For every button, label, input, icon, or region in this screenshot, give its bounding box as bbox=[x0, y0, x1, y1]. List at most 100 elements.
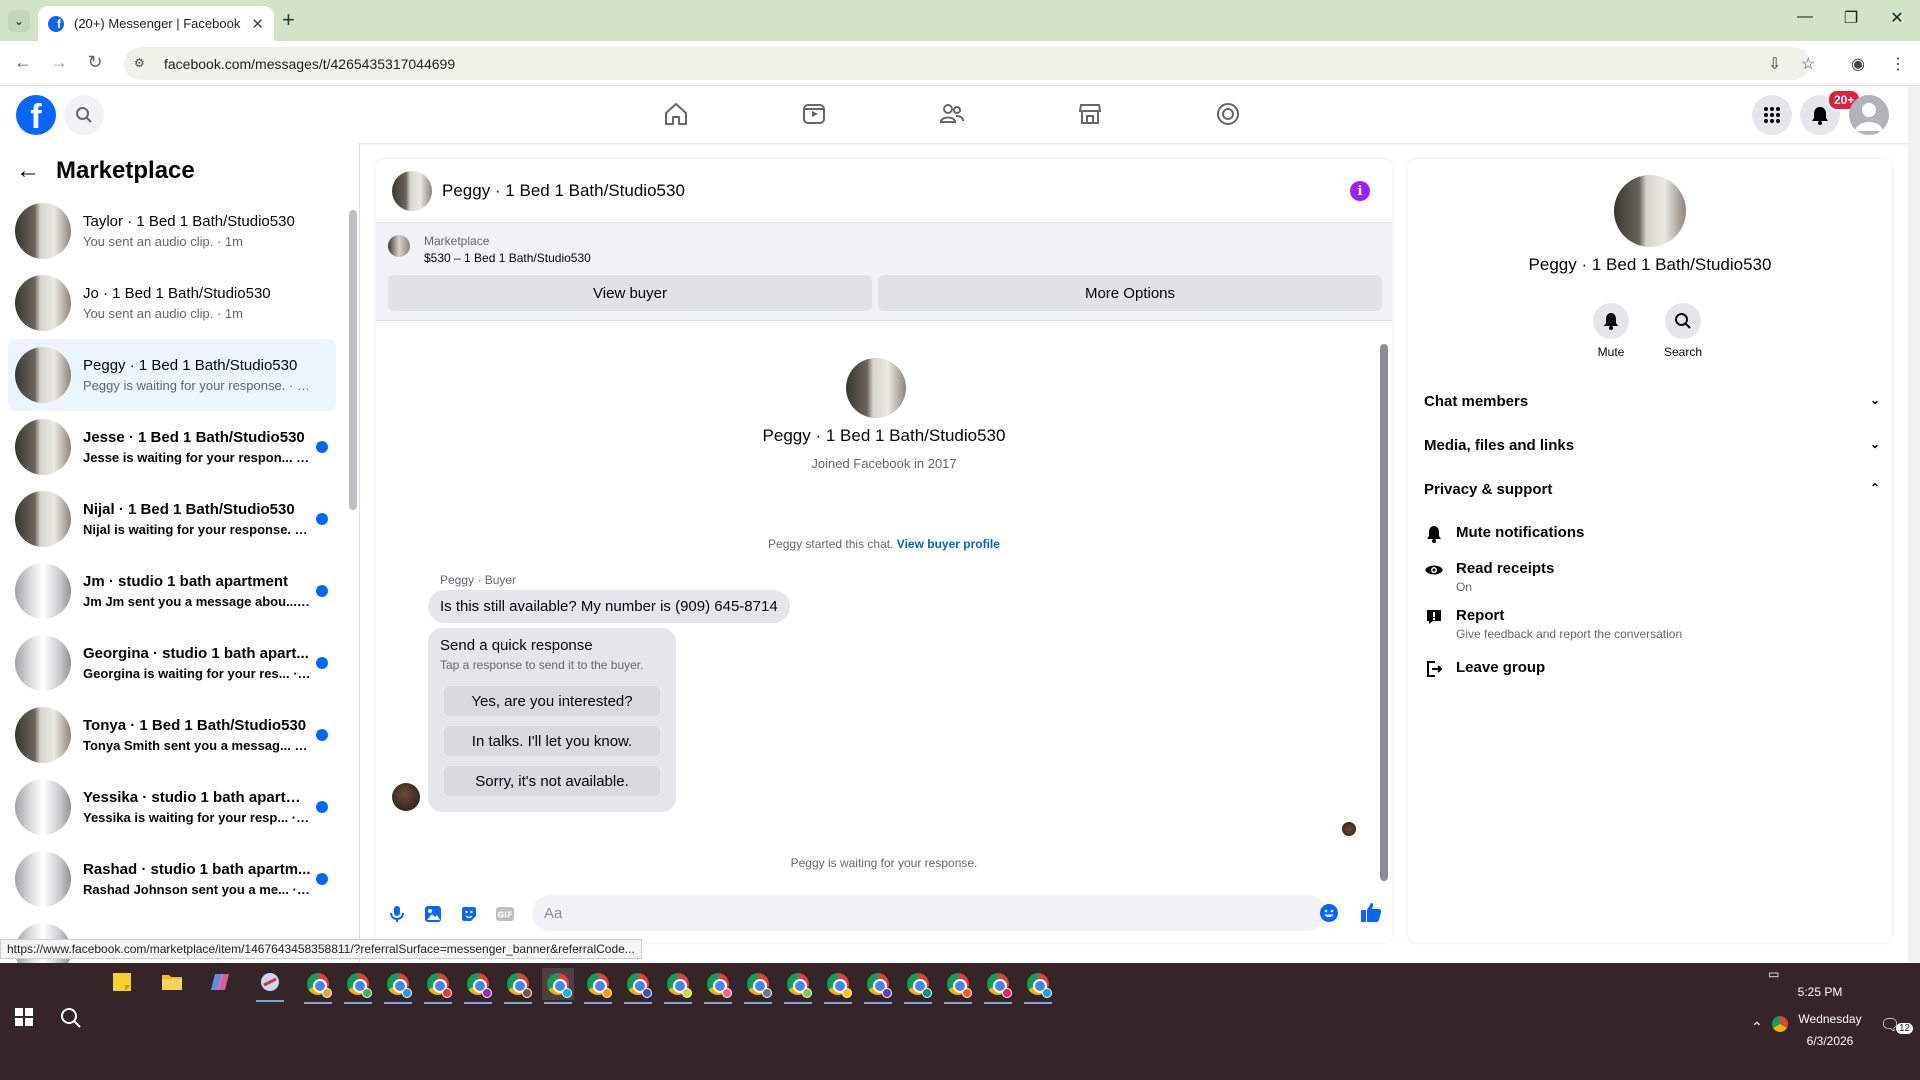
menu-grid-icon[interactable] bbox=[1752, 95, 1792, 135]
listing-thumbnail[interactable] bbox=[388, 235, 410, 257]
tab-close-icon[interactable]: ✕ bbox=[251, 15, 264, 33]
info-icon[interactable]: i bbox=[1350, 181, 1370, 201]
listing-title[interactable]: $530 – 1 Bed 1 Bath/Studio530 bbox=[424, 251, 591, 265]
conversation-item[interactable]: Rashad · studio 1 bath apartm... Rashad J… bbox=[8, 843, 336, 915]
chrome-window-icon[interactable] bbox=[982, 968, 1014, 1004]
intro-avatar[interactable] bbox=[846, 358, 906, 418]
conversation-item[interactable]: Jm · studio 1 bath apartment Jm Jm sent y… bbox=[8, 555, 336, 627]
gaming-icon[interactable] bbox=[1214, 100, 1242, 128]
menu-dots-icon[interactable]: ⋮ bbox=[1890, 54, 1906, 74]
microphone-icon[interactable] bbox=[386, 903, 408, 925]
conversation-item[interactable]: Georgina · studio 1 bath apart... Georgin… bbox=[8, 627, 336, 699]
chrome-window-icon[interactable] bbox=[782, 968, 814, 1004]
bookmark-star-icon[interactable]: ☆ bbox=[1801, 54, 1815, 74]
windows-start-icon[interactable] bbox=[14, 1007, 34, 1033]
conversation-item[interactable]: Yessika · studio 1 bath apartme... Yessik… bbox=[8, 771, 336, 843]
chrome-window-icon[interactable] bbox=[382, 968, 414, 1004]
search-icon[interactable] bbox=[1665, 303, 1701, 339]
chrome-window-icon[interactable] bbox=[822, 968, 854, 1004]
video-icon[interactable] bbox=[800, 100, 828, 128]
mute-action[interactable]: Mute bbox=[1581, 303, 1641, 359]
more-options-button[interactable]: More Options bbox=[878, 275, 1382, 311]
info-avatar[interactable] bbox=[1614, 175, 1686, 247]
clock-date[interactable]: 6/3/2026 bbox=[1794, 1034, 1866, 1048]
conversation-item[interactable]: Jo · 1 Bed 1 Bath/Studio530 You sent an a… bbox=[8, 267, 336, 339]
conversation-item[interactable]: Peggy · 1 Bed 1 Bath/Studio530 Peggy is w… bbox=[8, 339, 336, 411]
media-files-section[interactable]: Media, files and links ⌄ bbox=[1424, 437, 1880, 454]
clock-time[interactable]: 5:25 PM bbox=[1790, 985, 1850, 999]
back-icon[interactable]: ← bbox=[12, 52, 34, 73]
chrome-window-icon[interactable] bbox=[902, 968, 934, 1004]
tab-search-button[interactable]: ⌄ bbox=[8, 10, 30, 32]
chrome-window-icon[interactable] bbox=[622, 968, 654, 1004]
sticker-icon[interactable] bbox=[458, 903, 480, 925]
home-icon[interactable] bbox=[662, 100, 690, 128]
quick-reply-button[interactable]: In talks. I'll let you know. bbox=[444, 726, 660, 756]
tablet-mode-icon[interactable]: ▭ bbox=[1768, 967, 1779, 981]
back-arrow-icon[interactable]: ← bbox=[16, 157, 40, 185]
facebook-logo-icon[interactable]: f bbox=[16, 95, 56, 135]
chrome-window-icon[interactable] bbox=[702, 968, 734, 1004]
copilot-icon[interactable] bbox=[204, 966, 236, 998]
profile-icon[interactable]: ◉ bbox=[1851, 54, 1865, 74]
browser-tab[interactable]: f (20+) Messenger | Facebook ✕ bbox=[38, 6, 274, 41]
chat-avatar[interactable] bbox=[392, 170, 432, 211]
conversation-item[interactable]: Nijal · 1 Bed 1 Bath/Studio530 Nijal is w… bbox=[8, 483, 336, 555]
chrome-tray-icon[interactable] bbox=[1772, 1016, 1788, 1032]
chrome-window-icon[interactable] bbox=[1022, 968, 1054, 1004]
like-thumb-icon[interactable] bbox=[1360, 901, 1382, 923]
read-receipts-option[interactable]: Read receipts On bbox=[1424, 560, 1554, 594]
quick-reply-button[interactable]: Yes, are you interested? bbox=[444, 686, 660, 716]
leave-group-option[interactable]: Leave group bbox=[1424, 659, 1545, 679]
message-bubble[interactable]: Is this still available? My number is (9… bbox=[428, 590, 790, 623]
chrome-window-icon[interactable] bbox=[462, 968, 494, 1004]
file-explorer-icon[interactable] bbox=[156, 966, 188, 998]
chrome-window-icon[interactable] bbox=[422, 968, 454, 1004]
chrome-window-icon[interactable] bbox=[302, 968, 334, 1004]
site-info-icon[interactable]: ⚙ bbox=[134, 56, 150, 72]
privacy-support-section[interactable]: Privacy & support ⌃ bbox=[1424, 481, 1880, 498]
sender-avatar[interactable] bbox=[392, 783, 420, 811]
chrome-window-icon[interactable] bbox=[542, 968, 574, 1004]
conversation-item[interactable]: Jesse · 1 Bed 1 Bath/Studio530 Jesse is w… bbox=[8, 411, 336, 483]
account-avatar[interactable] bbox=[1849, 95, 1889, 135]
forward-icon[interactable]: → bbox=[48, 52, 70, 73]
quick-reply-button[interactable]: Sorry, it's not available. bbox=[444, 766, 660, 796]
chrome-window-icon[interactable] bbox=[582, 968, 614, 1004]
view-buyer-button[interactable]: View buyer bbox=[388, 275, 872, 311]
sidebar-scrollbar[interactable] bbox=[349, 210, 357, 510]
reload-icon[interactable]: ↻ bbox=[84, 52, 106, 73]
marketplace-icon[interactable] bbox=[1076, 100, 1104, 128]
conversation-item[interactable]: Taylor · 1 Bed 1 Bath/Studio530 You sent … bbox=[8, 195, 336, 267]
chat-title[interactable]: Peggy · 1 Bed 1 Bath/Studio530 bbox=[442, 181, 685, 201]
address-bar[interactable]: ⚙ facebook.com/messages/t/42654353170446… bbox=[124, 47, 1810, 80]
new-tab-button[interactable]: + bbox=[282, 9, 295, 31]
gif-icon[interactable]: GIF bbox=[494, 903, 516, 925]
chrome-window-icon[interactable] bbox=[662, 968, 694, 1004]
sticky-notes-icon[interactable] bbox=[106, 966, 138, 998]
chrome-window-icon[interactable] bbox=[342, 968, 374, 1004]
minimize-button[interactable]: — bbox=[1790, 8, 1820, 26]
install-app-icon[interactable]: ⇩ bbox=[1768, 54, 1781, 74]
search-action[interactable]: Search bbox=[1653, 303, 1713, 359]
mute-notifications-option[interactable]: Mute notifications bbox=[1424, 524, 1584, 544]
chrome-window-icon[interactable] bbox=[942, 968, 974, 1004]
chat-scrollbar[interactable] bbox=[1380, 344, 1388, 881]
page-scrollbar[interactable] bbox=[1908, 86, 1920, 963]
emoji-icon[interactable] bbox=[1318, 902, 1340, 924]
show-hidden-icons[interactable]: ⌃ bbox=[1751, 1019, 1763, 1036]
close-window-button[interactable]: ✕ bbox=[1882, 8, 1912, 28]
message-input[interactable]: Aa bbox=[532, 895, 1326, 931]
chrome-window-icon[interactable] bbox=[862, 968, 894, 1004]
conversation-item[interactable]: Tonya · 1 Bed 1 Bath/Studio530 Tonya Smit… bbox=[8, 699, 336, 771]
report-option[interactable]: Report Give feedback and report the conv… bbox=[1424, 607, 1682, 641]
view-buyer-profile-link[interactable]: View buyer profile bbox=[897, 537, 1000, 551]
bell-icon[interactable] bbox=[1593, 303, 1629, 339]
chrome-window-icon[interactable] bbox=[502, 968, 534, 1004]
snipping-tool-icon[interactable] bbox=[254, 966, 286, 1002]
chrome-window-icon[interactable] bbox=[742, 968, 774, 1004]
restore-button[interactable]: ❐ bbox=[1836, 8, 1866, 28]
clock-day[interactable]: Wednesday bbox=[1794, 1012, 1866, 1026]
photo-icon[interactable] bbox=[422, 903, 444, 925]
friends-icon[interactable] bbox=[938, 100, 966, 128]
